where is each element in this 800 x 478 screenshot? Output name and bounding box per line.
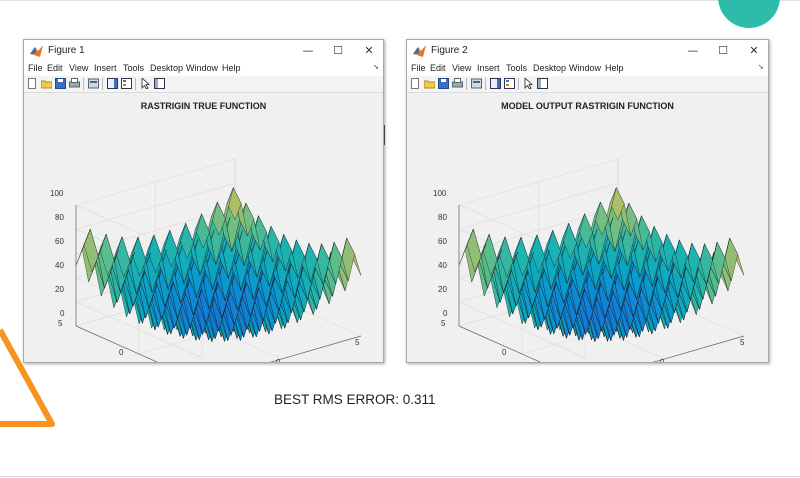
menu-tools[interactable]: Tools — [506, 63, 527, 73]
menu-tools[interactable]: Tools — [123, 63, 144, 73]
axes-area[interactable]: RASTRIGIN TRUE FUNCTION 100 80 60 40 20 … — [24, 93, 383, 362]
toolbar-separator — [518, 78, 519, 90]
z-tick-label: 80 — [55, 213, 64, 222]
z-tick-label: 0 — [60, 309, 65, 318]
teal-circle-decoration — [718, 0, 780, 28]
x-tick-label: 5 — [355, 338, 360, 347]
colorbar-icon[interactable] — [490, 78, 501, 89]
toolbar-separator — [83, 78, 84, 90]
maximize-button[interactable]: ☐ — [709, 40, 737, 62]
y-tick-label: 0 — [502, 348, 507, 357]
z-tick-label: 0 — [443, 309, 448, 318]
z-tick-label: 40 — [55, 261, 64, 270]
z-tick-label: 20 — [438, 285, 447, 294]
best-rms-error-label: BEST RMS ERROR: 0.311 — [274, 392, 436, 407]
z-tick-label: 60 — [438, 237, 447, 246]
plot-browser-icon[interactable] — [537, 78, 548, 89]
z-tick-label: 60 — [55, 237, 64, 246]
y-tick-label: 5 — [441, 319, 446, 328]
open-file-icon[interactable] — [424, 78, 435, 89]
z-tick-label: 40 — [438, 261, 447, 270]
print-preview-icon[interactable] — [471, 78, 482, 89]
toolbar-separator — [135, 78, 136, 90]
menu-edit[interactable]: Edit — [47, 63, 63, 73]
window-title: Figure 2 — [431, 45, 468, 56]
menu-help[interactable]: Help — [605, 63, 624, 73]
matlab-icon — [413, 45, 426, 57]
window-title: Figure 1 — [48, 45, 85, 56]
figure-toolbar — [24, 76, 383, 93]
z-tick-label: 100 — [433, 189, 447, 198]
toolbar-separator — [485, 78, 486, 90]
plot-browser-icon[interactable] — [154, 78, 165, 89]
toolbar-separator — [102, 78, 103, 90]
menu-view[interactable]: View — [452, 63, 471, 73]
pointer-icon[interactable] — [140, 78, 151, 89]
y-tick-label: 5 — [58, 319, 63, 328]
print-icon[interactable] — [69, 78, 80, 89]
figure-window-1[interactable]: Figure 1 — ☐ ✕ File Edit View Insert Too… — [23, 39, 384, 363]
dock-arrow-icon[interactable]: ➘ — [373, 63, 379, 71]
toolbar-separator — [466, 78, 467, 90]
x-tick-label: 0 — [276, 358, 281, 363]
colorbar-icon[interactable] — [107, 78, 118, 89]
dock-arrow-icon[interactable]: ➘ — [758, 63, 764, 71]
slide-top-border — [0, 0, 800, 1]
z-tick-label: 20 — [55, 285, 64, 294]
surface-plot[interactable] — [407, 93, 768, 362]
menu-window[interactable]: Window — [569, 63, 601, 73]
print-preview-icon[interactable] — [88, 78, 99, 89]
matlab-icon — [30, 45, 43, 57]
menu-bar: File Edit View Insert Tools Desktop Wind… — [407, 62, 768, 76]
axes-area[interactable]: MODEL OUTPUT RASTRIGIN FUNCTION 100 80 6… — [407, 93, 768, 362]
maximize-button[interactable]: ☐ — [324, 40, 352, 62]
figure-toolbar — [407, 76, 768, 93]
pointer-icon[interactable] — [523, 78, 534, 89]
z-tick-label: 100 — [50, 189, 64, 198]
x-tick-label: 0 — [660, 358, 665, 363]
new-figure-icon[interactable] — [27, 78, 38, 89]
z-tick-label: 80 — [438, 213, 447, 222]
menu-insert[interactable]: Insert — [477, 63, 500, 73]
menu-bar: File Edit View Insert Tools Desktop Wind… — [24, 62, 383, 76]
open-file-icon[interactable] — [41, 78, 52, 89]
close-button[interactable]: ✕ — [355, 40, 383, 62]
save-icon[interactable] — [438, 78, 449, 89]
legend-icon[interactable] — [504, 78, 515, 89]
y-tick-label: 0 — [119, 348, 124, 357]
figure-titlebar[interactable]: Figure 2 — ☐ ✕ — [407, 40, 768, 62]
figure-window-2[interactable]: Figure 2 — ☐ ✕ File Edit View Insert Too… — [406, 39, 769, 363]
save-icon[interactable] — [55, 78, 66, 89]
figure-titlebar[interactable]: Figure 1 — ☐ ✕ — [24, 40, 383, 62]
slide-bottom-border — [0, 476, 800, 477]
menu-desktop[interactable]: Desktop — [533, 63, 566, 73]
menu-file[interactable]: File — [28, 63, 43, 73]
minimize-button[interactable]: — — [294, 40, 322, 62]
menu-view[interactable]: View — [69, 63, 88, 73]
new-figure-icon[interactable] — [410, 78, 421, 89]
menu-desktop[interactable]: Desktop — [150, 63, 183, 73]
x-tick-label: 5 — [740, 338, 745, 347]
menu-file[interactable]: File — [411, 63, 426, 73]
minimize-button[interactable]: — — [679, 40, 707, 62]
legend-icon[interactable] — [121, 78, 132, 89]
print-icon[interactable] — [452, 78, 463, 89]
menu-insert[interactable]: Insert — [94, 63, 117, 73]
menu-window[interactable]: Window — [186, 63, 218, 73]
surface-plot[interactable] — [24, 93, 383, 362]
menu-help[interactable]: Help — [222, 63, 241, 73]
close-button[interactable]: ✕ — [740, 40, 768, 62]
menu-edit[interactable]: Edit — [430, 63, 446, 73]
